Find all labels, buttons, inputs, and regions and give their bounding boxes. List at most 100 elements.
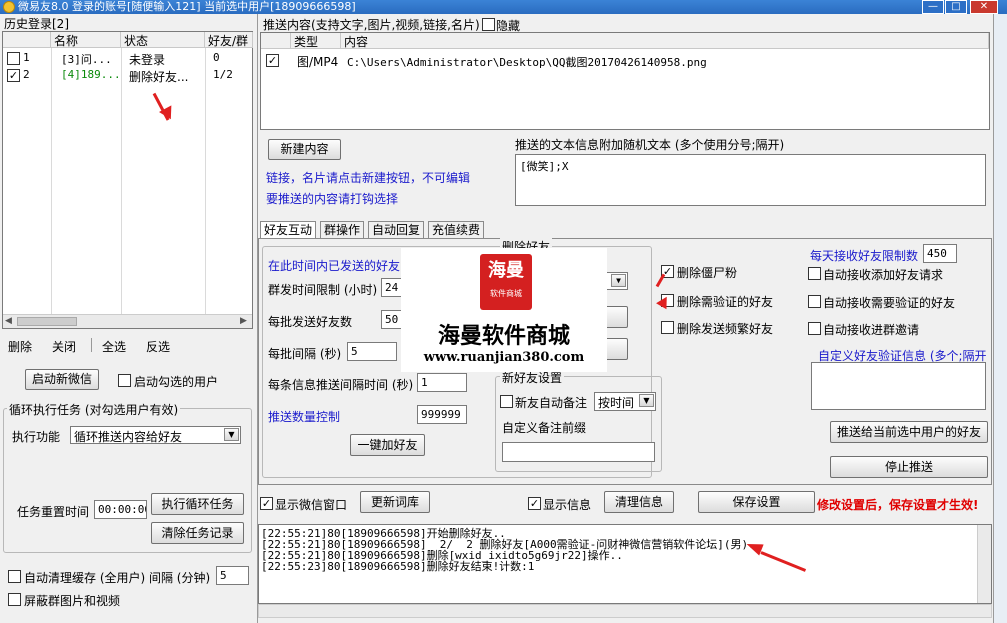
batch-count-input[interactable]: 50 xyxy=(381,310,403,329)
history-title: 历史登录[2] xyxy=(4,17,69,31)
msg-interval-input[interactable]: 1 xyxy=(417,373,467,392)
auto-clean-label: 自动清理缓存 (全用户) 间隔 (分钟) xyxy=(24,571,211,585)
divider xyxy=(91,338,92,352)
loop-task-title: 循环执行任务 (对勾选用户有效) xyxy=(7,401,181,418)
chevron-down-icon[interactable]: ▼ xyxy=(639,394,654,407)
watermark-logo: 海曼 软件商城 xyxy=(480,254,532,310)
auto-verify-checkbox[interactable] xyxy=(808,295,821,308)
hide-checkbox[interactable] xyxy=(482,18,495,31)
chevron-down-icon[interactable]: ▼ xyxy=(224,428,239,441)
watermark-url: www.ruanjian380.com xyxy=(423,350,585,365)
table-row[interactable]: ✓ 图/MP4 C:\Users\Administrator\Desktop\Q… xyxy=(261,52,989,69)
tab-recharge[interactable]: 充值续费 xyxy=(428,221,485,238)
block-media-checkbox[interactable] xyxy=(8,593,21,606)
scroll-thumb[interactable] xyxy=(17,317,77,326)
col-status[interactable]: 状态 xyxy=(121,32,205,48)
maximize-button[interactable]: □ xyxy=(945,0,967,14)
scroll-right-icon[interactable]: ▶ xyxy=(240,316,247,326)
log-scrollbar[interactable] xyxy=(977,525,991,603)
table-row[interactable]: 1 [3]问... 未登录 0 xyxy=(3,50,252,67)
table-row[interactable]: ✓ 2 [4]189... 删除好友... 1/2 xyxy=(3,67,252,84)
exec-func-label: 执行功能 xyxy=(12,430,61,444)
save-settings-button[interactable]: 保存设置 xyxy=(698,491,815,513)
col-content[interactable]: 内容 xyxy=(341,33,989,49)
send-limit-input[interactable]: 24 xyxy=(381,278,403,297)
delete-frequent-label: 删除发送频繁好友 xyxy=(677,322,774,336)
push-content-list[interactable]: 类型 内容 ✓ 图/MP4 C:\Users\Administrator\Des… xyxy=(260,32,990,130)
start-wechat-button[interactable]: 启动新微信 xyxy=(25,369,99,390)
tab-auto-reply[interactable]: 自动回复 xyxy=(368,221,425,238)
right-edge-strip xyxy=(993,14,1007,623)
invert-select-link[interactable]: 反选 xyxy=(146,338,170,355)
block-media-label: 屏蔽群图片和视频 xyxy=(24,594,121,608)
delete-zombie-label: 删除僵尸粉 xyxy=(677,266,738,280)
save-warning-text: 修改设置后，保存设置才生效! xyxy=(817,498,979,512)
range-label: 在此时间内已发送的好友 xyxy=(268,259,401,273)
select-all-link[interactable]: 全选 xyxy=(102,338,126,355)
note-prefix-input[interactable] xyxy=(502,442,655,462)
col-name[interactable]: 名称 xyxy=(51,32,121,48)
push-to-friends-button[interactable]: 推送给当前选中用户的好友 xyxy=(830,421,988,443)
chevron-down-icon[interactable]: ▼ xyxy=(611,274,626,287)
watermark: 海曼 软件商城 海曼软件商城 www.ruanjian380.com xyxy=(401,248,607,372)
new-content-button[interactable]: 新建内容 xyxy=(268,139,341,160)
tab-group-ops[interactable]: 群操作 xyxy=(320,221,365,238)
refresh-dict-button[interactable]: 更新词库 xyxy=(360,491,430,513)
hint-link-text: 链接，名片请点击新建按钮，不可编辑 xyxy=(266,171,471,185)
scroll-left-icon[interactable]: ◀ xyxy=(5,316,12,326)
push-count-input[interactable]: 999999 xyxy=(417,405,467,424)
horizontal-scrollbar[interactable]: ◀ ▶ xyxy=(3,314,252,328)
row-checkbox[interactable] xyxy=(7,52,20,65)
batch-count-label: 每批发送好友数 xyxy=(268,315,353,329)
hint-select-text: 要推送的内容请打钩选择 xyxy=(266,192,399,206)
daily-limit-input[interactable]: 450 xyxy=(923,244,957,263)
clear-task-button[interactable]: 清除任务记录 xyxy=(151,522,244,544)
auto-clean-checkbox[interactable] xyxy=(8,570,21,583)
reset-time-input[interactable]: 00:00:00 xyxy=(94,500,147,519)
one-click-add-button[interactable]: 一键加好友 xyxy=(350,434,425,456)
delete-frequent-checkbox[interactable] xyxy=(661,321,674,334)
show-info-label: 显示信息 xyxy=(543,498,592,512)
minimize-button[interactable]: — xyxy=(922,0,944,14)
log-horizontal-scrollbar[interactable] xyxy=(258,604,992,618)
push-count-label: 推送数量控制 xyxy=(268,410,341,424)
log-lines: [22:55:21]80[18909666598]开始删除好友.. [22:55… xyxy=(261,528,761,572)
random-text-input[interactable]: [微笑];X xyxy=(515,154,986,206)
stop-push-button[interactable]: 停止推送 xyxy=(830,456,988,478)
auto-note-select[interactable]: 按时间 ▼ xyxy=(594,392,656,411)
batch-interval-input[interactable]: 5 xyxy=(347,342,397,361)
msg-interval-label: 每条信息推送间隔时间 (秒) xyxy=(268,378,414,392)
row-checkbox[interactable]: ✓ xyxy=(7,69,20,82)
send-limit-label: 群发时间限制 (小时) xyxy=(268,283,378,297)
auto-group-label: 自动接收进群邀请 xyxy=(823,323,920,337)
title-bar: 微易友8.0 登录的账号[随便输入121] 当前选中用户[18909666598… xyxy=(0,0,1007,14)
tab-friend-interaction[interactable]: 好友互动 xyxy=(260,221,317,239)
app-logo-icon xyxy=(3,1,15,13)
auto-group-checkbox[interactable] xyxy=(808,322,821,335)
exec-loop-button[interactable]: 执行循环任务 xyxy=(151,493,244,515)
log-area[interactable]: [22:55:21]80[18909666598]开始删除好友.. [22:55… xyxy=(258,524,992,604)
show-info-checkbox[interactable]: ✓ xyxy=(528,497,541,510)
close-link[interactable]: 关闭 xyxy=(52,338,76,355)
push-content-title: 推送内容(支持文字,图片,视频,链接,名片) xyxy=(263,18,480,32)
random-text-label: 推送的文本信息附加随机文本 (多个使用分号;隔开) xyxy=(515,138,785,152)
auto-note-checkbox[interactable] xyxy=(500,395,513,408)
auto-verify-label: 自动接收需要验证的好友 xyxy=(823,296,956,310)
auto-clean-interval-input[interactable]: 5 xyxy=(216,566,249,585)
clear-info-button[interactable]: 清理信息 xyxy=(604,491,674,513)
col-friends[interactable]: 好友/群 xyxy=(205,32,253,48)
auto-note-label: 新友自动备注 xyxy=(515,396,588,410)
custom-verify-input[interactable] xyxy=(811,362,986,410)
delete-link[interactable]: 删除 xyxy=(8,338,32,355)
log-line: [22:55:23]80[18909666598]删除好友结束!计数:1 xyxy=(261,560,535,573)
show-window-checkbox[interactable]: ✓ xyxy=(260,497,273,510)
start-checked-checkbox[interactable] xyxy=(118,374,131,387)
exec-func-select[interactable]: 循环推送内容给好友 ▼ xyxy=(70,426,241,444)
auto-accept-checkbox[interactable] xyxy=(808,267,821,280)
col-type[interactable]: 类型 xyxy=(291,33,341,49)
row-checkbox[interactable]: ✓ xyxy=(266,54,279,67)
reset-time-label: 任务重置时间 xyxy=(17,505,90,519)
start-checked-label: 启动勾选的用户 xyxy=(134,375,219,389)
history-list[interactable]: 名称 状态 好友/群 1 [3]问... 未登录 0 ✓ 2 [4]189...… xyxy=(2,31,253,329)
close-button[interactable]: ✕ xyxy=(970,0,998,14)
